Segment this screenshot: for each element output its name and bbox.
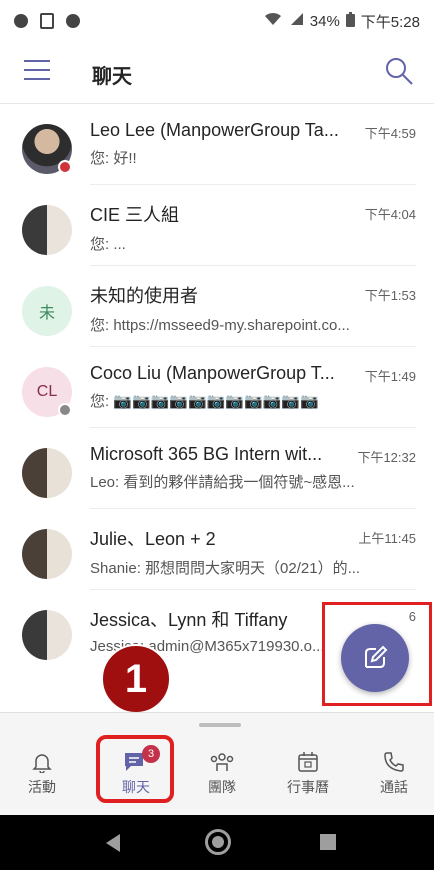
chat-row[interactable]: CL Coco Liu (ManpowerGroup T... 下午1:49 您: 📷…	[0, 347, 434, 428]
presence-status-icon	[58, 160, 72, 174]
page-title: 聊天	[92, 66, 132, 88]
chat-row-content: Microsoft 365 BG Intern wit... 下午12:32 Leo…	[90, 444, 416, 509]
avatar	[22, 529, 72, 579]
teams-icon	[210, 753, 234, 771]
avatar	[22, 448, 72, 498]
search-icon[interactable]	[384, 56, 414, 86]
battery-icon	[345, 11, 355, 31]
phone-icon	[384, 752, 404, 772]
status-bar: 34% 下午5:28	[0, 0, 434, 42]
chat-row-content: 未知的使用者 下午1:53 您: https://msseed9-my.sharep…	[90, 282, 416, 347]
nav-calendar[interactable]: 行事曆	[270, 751, 346, 797]
chat-time: 下午1:49	[364, 369, 416, 384]
chat-preview: Leo: 看到的夥伴請給我一個符號~感恩...	[90, 474, 355, 491]
nav-label: 活動	[28, 779, 56, 795]
step-marker: 1	[101, 644, 171, 714]
nav-teams[interactable]: 團隊	[184, 751, 260, 797]
chat-name: Leo Lee (ManpowerGroup Ta...	[90, 120, 339, 140]
recent-apps-icon[interactable]	[320, 834, 336, 850]
chat-row[interactable]: 未未知的使用者 下午1:53 您: https://msseed9-my.share…	[0, 266, 434, 347]
chat-preview: 您: 📷📷📷📷📷📷📷📷📷📷📷	[90, 393, 319, 410]
chat-time: 下午1:53	[364, 288, 416, 303]
chat-row-content: CIE 三人組 下午4:04 您: ...	[90, 201, 416, 266]
chat-preview: Shanie: 那想問問大家明天（02/21）的...	[90, 560, 361, 577]
chat-name: CIE 三人組	[90, 205, 180, 225]
chat-time: 下午4:04	[364, 207, 416, 222]
chat-name: Microsoft 365 BG Intern wit...	[90, 444, 323, 464]
battery-percent: 34%	[309, 12, 340, 30]
presence-status-icon	[58, 403, 72, 417]
nav-label: 通話	[380, 779, 408, 795]
chat-row[interactable]: CIE 三人組 下午4:04 您: ...	[0, 185, 434, 266]
chat-row[interactable]: Leo Lee (ManpowerGroup Ta... 下午4:59 您: 好!!	[0, 104, 434, 185]
notification-icon	[14, 14, 28, 28]
chat-row-content: Julie、Leon + 2 上午11:45 Shanie: 那想問問大家明天（02…	[90, 525, 416, 590]
nav-label: 團隊	[208, 779, 236, 795]
chat-name: 未知的使用者	[90, 286, 198, 306]
chat-row-content: Leo Lee (ManpowerGroup Ta... 下午4:59 您: 好!!	[90, 120, 416, 185]
annotation-box	[322, 602, 432, 706]
wifi-icon	[264, 12, 282, 30]
notification-icon	[66, 14, 80, 28]
chat-preview: 您: https://msseed9-my.sharepoint.co...	[90, 317, 350, 334]
avatar	[22, 205, 72, 255]
chat-time: 下午12:32	[357, 450, 416, 465]
chat-row[interactable]: Julie、Leon + 2 上午11:45 Shanie: 那想問問大家明天（02…	[0, 509, 434, 590]
calendar-icon	[298, 752, 318, 772]
chat-preview: 您: 好!!	[90, 150, 137, 167]
chat-time: 上午11:45	[358, 531, 416, 546]
signal-icon	[288, 12, 304, 30]
menu-icon[interactable]	[24, 60, 50, 82]
bell-icon	[32, 754, 52, 773]
app-header: 聊天	[0, 42, 434, 104]
avatar: 未	[22, 286, 72, 336]
nav-calls[interactable]: 通話	[356, 751, 432, 797]
nav-label: 行事曆	[287, 779, 329, 795]
system-nav-bar	[0, 815, 434, 870]
chat-name: Coco Liu (ManpowerGroup T...	[90, 363, 335, 383]
chat-row-content: Coco Liu (ManpowerGroup T... 下午1:49 您: 📷📷📷…	[90, 363, 416, 428]
drag-handle[interactable]	[199, 723, 241, 727]
screenshot-icon	[40, 13, 54, 29]
avatar	[22, 610, 72, 660]
chat-name: Jessica、Lynn 和 Tiffany	[90, 610, 288, 630]
annotation-box	[96, 735, 174, 803]
chat-name: Julie、Leon + 2	[90, 529, 216, 549]
bottom-nav: 活動 3 聊天 團隊 行事曆 通話	[0, 712, 434, 815]
clock: 下午5:28	[360, 13, 420, 31]
nav-activity[interactable]: 活動	[4, 751, 80, 797]
chat-row[interactable]: Microsoft 365 BG Intern wit... 下午12:32 Leo…	[0, 428, 434, 509]
back-icon[interactable]	[106, 834, 120, 852]
chat-preview: 您: ...	[90, 236, 126, 253]
home-icon[interactable]	[205, 829, 231, 855]
chat-time: 下午4:59	[364, 126, 416, 141]
